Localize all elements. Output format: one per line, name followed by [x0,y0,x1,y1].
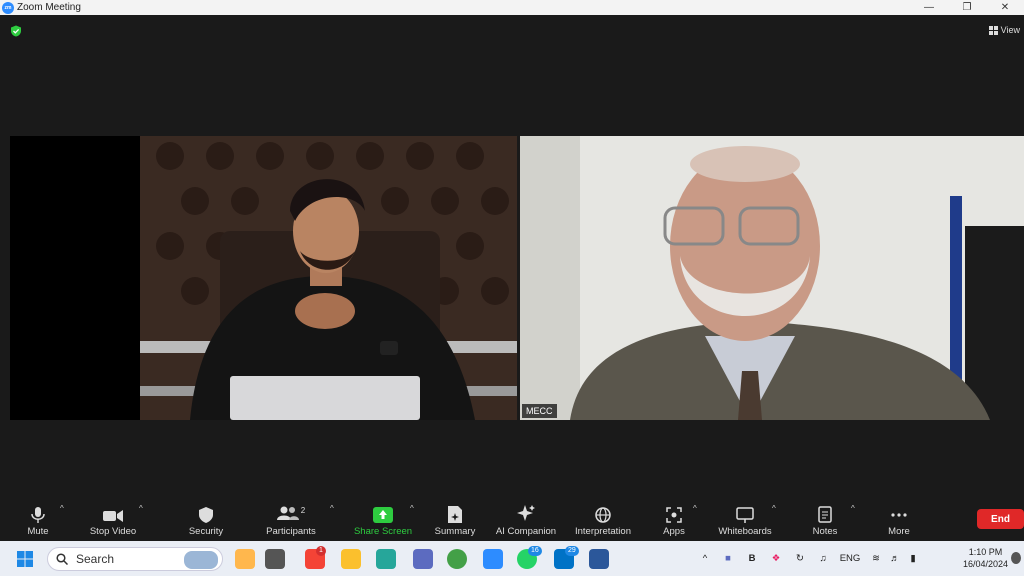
close-icon[interactable]: ✕ [986,0,1024,15]
participants-count: 2 [300,506,306,515]
wifi-icon[interactable]: ≋ [866,553,886,564]
video-camera-icon [103,510,123,522]
more-label: More [888,526,910,537]
meeting-area: View MECC [0,15,1024,499]
apps-options-chevron-icon[interactable]: ^ [693,504,697,513]
view-label: View [1000,25,1020,35]
windows-taskbar: Search 1 16 29 ^ ■ B ❖ ↻ ♫ ENG ≋ ♬ ▮ 1:1… [0,541,1024,576]
interpretation-label: Interpretation [575,526,631,537]
battery-icon[interactable]: ▮ [904,553,922,564]
view-button[interactable]: View [988,25,1020,35]
video-tile-participant-2[interactable]: MECC [520,136,1024,420]
security-shield-icon [199,507,213,523]
task-view-icon[interactable] [265,549,285,569]
outlook-badge: 29 [565,546,579,556]
participants-options-chevron-icon[interactable]: ^ [330,504,334,513]
whiteboards-options-chevron-icon[interactable]: ^ [772,504,776,513]
clock-time: 1:10 PM [968,547,1003,557]
copilot-icon[interactable] [235,549,255,569]
zoom-logo-icon: zm [2,1,14,14]
microphone-tray-icon[interactable]: ♫ [812,553,834,564]
summary-button[interactable]: Summary [432,499,478,541]
notification-icon[interactable] [1011,552,1021,564]
ai-sparkle-icon [517,505,535,521]
interpretation-button[interactable]: Interpretation [569,499,637,541]
dropbox-tray-icon[interactable]: ❖ [764,553,788,564]
whiteboards-label: Whiteboards [718,526,772,537]
zoom-taskbar-icon[interactable] [483,549,503,569]
ai-companion-button[interactable]: AI Companion [492,499,560,541]
stop-video-label: Stop Video [89,526,137,537]
teams-tray-icon[interactable]: ■ [716,553,740,564]
stop-video-button[interactable]: Stop Video [84,499,142,541]
notes-button[interactable]: Notes [807,499,843,541]
search-placeholder: Search [76,552,115,566]
store-icon[interactable] [376,549,396,569]
messaging-badge: 1 [316,546,326,556]
search-icon [56,553,68,565]
whiteboards-button[interactable]: Whiteboards [714,499,776,541]
security-label: Security [188,526,224,537]
participants-label: Participants [266,526,316,537]
minimize-icon[interactable]: — [910,0,948,15]
participants-icon [276,506,299,520]
teams-icon[interactable] [413,549,433,569]
window-title: Zoom Meeting [17,2,81,13]
language-indicator[interactable]: ENG [834,553,866,564]
more-dots-icon [891,513,907,517]
grid-icon [988,25,998,35]
more-button[interactable]: More [882,499,916,541]
apps-label: Apps [663,526,685,537]
chrome-icon[interactable] [447,549,467,569]
meeting-toolbar: Mute ^ Stop Video ^ Security 2 Participa… [0,499,1024,541]
sync-tray-icon[interactable]: ↻ [788,553,812,564]
ai-companion-label: AI Companion [495,526,557,537]
mute-options-chevron-icon[interactable]: ^ [60,504,64,513]
notes-icon [818,506,832,523]
apps-icon [666,507,682,523]
system-tray: ^ ■ B ❖ ↻ ♫ ENG ≋ ♬ ▮ [694,541,922,576]
encryption-shield-icon[interactable] [10,25,22,37]
microphone-icon [31,507,45,523]
restore-icon[interactable]: ❐ [948,0,986,15]
share-options-chevron-icon[interactable]: ^ [410,504,414,513]
title-bar: zm Zoom Meeting — ❐ ✕ [0,0,1024,15]
windows-start-icon[interactable] [17,551,33,567]
globe-icon [595,507,611,523]
video-options-chevron-icon[interactable]: ^ [139,504,143,513]
participant-1-video [10,136,517,420]
mute-button[interactable]: Mute [22,499,54,541]
mute-label: Mute [27,526,49,537]
taskbar-search-box[interactable]: Search [47,547,223,571]
notes-label: Notes [812,526,838,537]
file-explorer-icon[interactable] [341,549,361,569]
summary-document-icon [448,506,462,523]
apps-button[interactable]: Apps [659,499,689,541]
clock-date: 16/04/2024 [962,559,1008,569]
volume-icon[interactable]: ♬ [886,553,904,564]
share-screen-button[interactable]: Share Screen [352,499,414,541]
window-controls: — ❐ ✕ [910,0,1024,15]
video-tile-participant-1[interactable] [10,136,517,420]
show-hidden-icons-chevron-icon[interactable]: ^ [694,553,716,564]
participant-name-label: MECC [522,404,557,418]
participants-button[interactable]: 2 Participants [262,499,320,541]
share-screen-label: Share Screen [353,526,413,537]
whatsapp-badge: 16 [528,546,542,556]
notes-options-chevron-icon[interactable]: ^ [851,504,855,513]
summary-label: Summary [434,526,476,537]
end-meeting-button[interactable]: End [977,509,1024,529]
word-icon[interactable] [589,549,609,569]
participant-2-video [520,136,1024,420]
security-button[interactable]: Security [184,499,228,541]
share-screen-icon [373,507,393,523]
whiteboard-icon [736,507,754,523]
search-highlight-image [184,551,218,569]
b-app-tray-icon[interactable]: B [740,553,764,564]
taskbar-clock[interactable]: 1:10 PM 16/04/2024 [963,546,1008,570]
